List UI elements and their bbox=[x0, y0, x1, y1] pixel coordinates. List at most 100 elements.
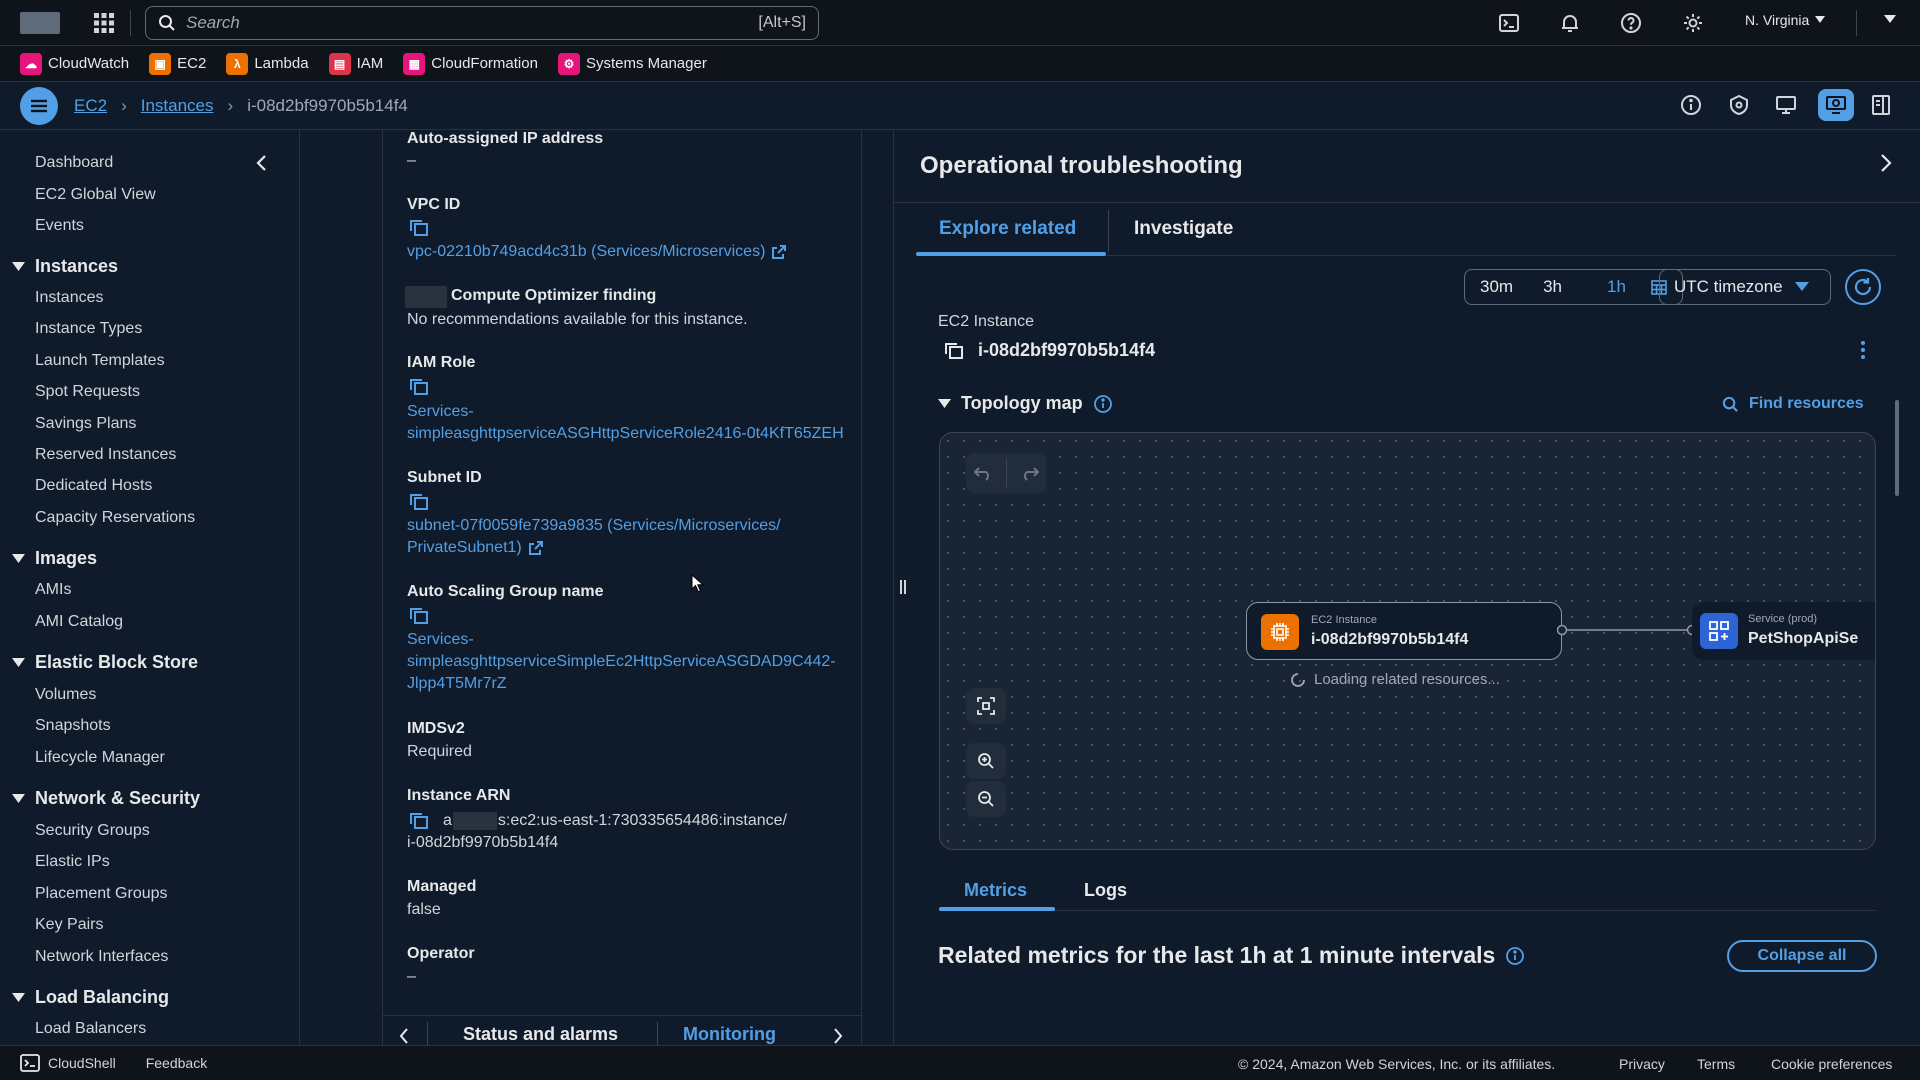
caret-down-icon bbox=[1794, 282, 1809, 291]
copy-icon[interactable] bbox=[944, 342, 964, 360]
asg-name-link[interactable]: Services- bbox=[407, 629, 474, 651]
find-resources-button[interactable]: Find resources bbox=[1722, 395, 1864, 413]
collapse-all-button[interactable]: Collapse all bbox=[1727, 940, 1877, 972]
sidebar-item-snapshots[interactable]: Snapshots bbox=[35, 717, 111, 735]
copy-icon[interactable] bbox=[409, 812, 429, 830]
security-shield-icon[interactable] bbox=[1724, 90, 1754, 120]
settings-gear-icon[interactable] bbox=[1678, 8, 1708, 38]
time-range-3h[interactable]: 3h bbox=[1528, 277, 1577, 297]
sidebar-section-instances[interactable]: Instances bbox=[12, 256, 118, 277]
topology-map-header[interactable]: Topology map bbox=[938, 393, 1113, 414]
favorite-systems-manager[interactable]: ⚙ Systems Manager bbox=[557, 52, 707, 75]
sidebar-item-placement-groups[interactable]: Placement Groups bbox=[35, 885, 168, 903]
topology-node-ec2-instance[interactable]: EC2 Instance i-08d2bf9970b5b14f4 bbox=[1246, 602, 1562, 660]
sidebar-item-load-balancers[interactable]: Load Balancers bbox=[35, 1020, 146, 1038]
chevron-left-icon[interactable] bbox=[399, 1028, 409, 1044]
cookie-preferences-link[interactable]: Cookie preferences bbox=[1771, 1056, 1892, 1072]
notifications-bell-icon[interactable] bbox=[1555, 8, 1585, 38]
subnet-id-link-continued[interactable]: PrivateSubnet1) bbox=[407, 537, 544, 559]
sidebar-item-volumes[interactable]: Volumes bbox=[35, 686, 96, 704]
zoom-in-icon[interactable] bbox=[966, 743, 1006, 779]
breadcrumb-instances[interactable]: Instances bbox=[141, 96, 214, 116]
sidebar-item-key-pairs[interactable]: Key Pairs bbox=[35, 916, 103, 934]
iam-role-link-continued[interactable]: simpleasghttpserviceASGHttpServiceRole24… bbox=[407, 423, 844, 445]
favorite-ec2[interactable]: ▣ EC2 bbox=[149, 52, 206, 75]
sidebar-item-capacity-reservations[interactable]: Capacity Reservations bbox=[35, 509, 195, 527]
zoom-out-icon[interactable] bbox=[966, 781, 1006, 817]
favorite-cloudwatch[interactable]: ☁ CloudWatch bbox=[20, 52, 129, 75]
search-input[interactable]: Search [Alt+S] bbox=[145, 5, 819, 40]
copy-icon[interactable] bbox=[409, 493, 429, 511]
subnet-id-link[interactable]: subnet-07f0059fe739a9835 (Services/Micro… bbox=[407, 515, 781, 537]
help-icon[interactable] bbox=[1616, 8, 1646, 38]
sidebar-item-spot-requests[interactable]: Spot Requests bbox=[35, 383, 140, 401]
tab-metrics[interactable]: Metrics bbox=[964, 880, 1027, 901]
close-panel-chevron-icon[interactable] bbox=[1880, 154, 1892, 172]
sidebar-item-instances[interactable]: Instances bbox=[35, 289, 103, 307]
time-range-30m[interactable]: 30m bbox=[1465, 277, 1528, 297]
feedback-link[interactable]: Feedback bbox=[146, 1055, 207, 1071]
tab-explore-related[interactable]: Explore related bbox=[939, 218, 1076, 240]
info-icon[interactable] bbox=[1676, 90, 1706, 120]
favorite-lambda[interactable]: λ Lambda bbox=[226, 52, 309, 75]
timezone-select[interactable]: UTC timezone bbox=[1659, 269, 1831, 305]
sidebar-section-images[interactable]: Images bbox=[12, 548, 97, 569]
services-menu-icon[interactable] bbox=[90, 9, 118, 37]
redo-icon[interactable] bbox=[1020, 465, 1040, 481]
troubleshooting-panel-icon[interactable] bbox=[1818, 89, 1854, 121]
sidebar-item-dedicated-hosts[interactable]: Dedicated Hosts bbox=[35, 477, 152, 495]
sidebar-item-instance-types[interactable]: Instance Types bbox=[35, 320, 142, 338]
sidebar-item-ami-catalog[interactable]: AMI Catalog bbox=[35, 613, 123, 631]
undo-icon[interactable] bbox=[973, 465, 993, 481]
scrollbar[interactable] bbox=[1895, 400, 1899, 496]
info-icon[interactable] bbox=[1505, 946, 1525, 966]
sidebar-item-dashboard[interactable]: Dashboard bbox=[35, 154, 113, 172]
sidebar-item-ec2-global-view[interactable]: EC2 Global View bbox=[35, 186, 156, 204]
sidebar-item-lifecycle-manager[interactable]: Lifecycle Manager bbox=[35, 749, 165, 767]
sidebar-item-launch-templates[interactable]: Launch Templates bbox=[35, 352, 165, 370]
fit-to-view-icon[interactable] bbox=[966, 688, 1006, 724]
tab-status-and-alarms[interactable]: Status and alarms bbox=[463, 1024, 618, 1045]
hamburger-menu-icon[interactable] bbox=[20, 86, 58, 125]
copy-icon[interactable] bbox=[409, 219, 429, 237]
copy-icon[interactable] bbox=[409, 607, 429, 625]
favorite-iam[interactable]: ▤ IAM bbox=[328, 52, 383, 75]
tab-investigate[interactable]: Investigate bbox=[1134, 218, 1233, 240]
asg-name-link-continued[interactable]: Jlpp4T5Mr7rZ bbox=[407, 673, 507, 695]
sidebar-item-reserved-instances[interactable]: Reserved Instances bbox=[35, 446, 176, 464]
terms-link[interactable]: Terms bbox=[1697, 1056, 1735, 1072]
refresh-icon[interactable] bbox=[1845, 269, 1881, 305]
panel-resize-handle[interactable] bbox=[899, 578, 907, 596]
asg-name-link-continued[interactable]: simpleasghttpserviceSimpleEc2HttpService… bbox=[407, 651, 836, 673]
aws-logo[interactable] bbox=[20, 11, 60, 34]
side-panel-icon[interactable] bbox=[1866, 90, 1896, 120]
sidebar-section-load-balancing[interactable]: Load Balancing bbox=[12, 987, 169, 1008]
sidebar-section-elastic-block-store[interactable]: Elastic Block Store bbox=[12, 652, 198, 673]
info-icon[interactable] bbox=[1093, 394, 1113, 414]
cloudshell-button[interactable]: CloudShell bbox=[20, 1054, 116, 1072]
collapse-sidebar-chevron-icon[interactable] bbox=[255, 155, 267, 171]
account-menu-caret-icon[interactable] bbox=[1884, 15, 1896, 24]
iam-role-link[interactable]: Services- bbox=[407, 401, 474, 423]
sidebar-item-amis[interactable]: AMIs bbox=[35, 581, 71, 599]
privacy-link[interactable]: Privacy bbox=[1619, 1056, 1665, 1072]
topology-node-service[interactable]: Service (prod) PetShopApiSe bbox=[1692, 602, 1875, 660]
sidebar-item-events[interactable]: Events bbox=[35, 217, 84, 235]
cloudshell-icon[interactable] bbox=[1494, 8, 1524, 38]
more-options-icon[interactable] bbox=[1860, 340, 1866, 360]
breadcrumb-ec2[interactable]: EC2 bbox=[74, 96, 107, 116]
sidebar-item-security-groups[interactable]: Security Groups bbox=[35, 822, 150, 840]
sidebar-item-savings-plans[interactable]: Savings Plans bbox=[35, 415, 136, 433]
tab-monitoring[interactable]: Monitoring bbox=[683, 1024, 776, 1045]
topology-map-canvas[interactable]: EC2 Instance i-08d2bf9970b5b14f4 Service… bbox=[939, 432, 1876, 850]
sidebar-section-network-security[interactable]: Network & Security bbox=[12, 788, 200, 809]
monitor-icon[interactable] bbox=[1771, 90, 1801, 120]
vpc-id-link[interactable]: vpc-02210b749acd4c31b (Services/Microser… bbox=[407, 241, 787, 263]
sidebar-item-elastic-ips[interactable]: Elastic IPs bbox=[35, 853, 110, 871]
sidebar-item-network-interfaces[interactable]: Network Interfaces bbox=[35, 948, 168, 966]
chevron-right-icon[interactable] bbox=[833, 1028, 843, 1044]
tab-logs[interactable]: Logs bbox=[1084, 880, 1127, 901]
region-selector[interactable]: N. Virginia bbox=[1745, 12, 1826, 28]
favorite-cloudformation[interactable]: ▦ CloudFormation bbox=[403, 52, 538, 75]
copy-icon[interactable] bbox=[409, 378, 429, 396]
